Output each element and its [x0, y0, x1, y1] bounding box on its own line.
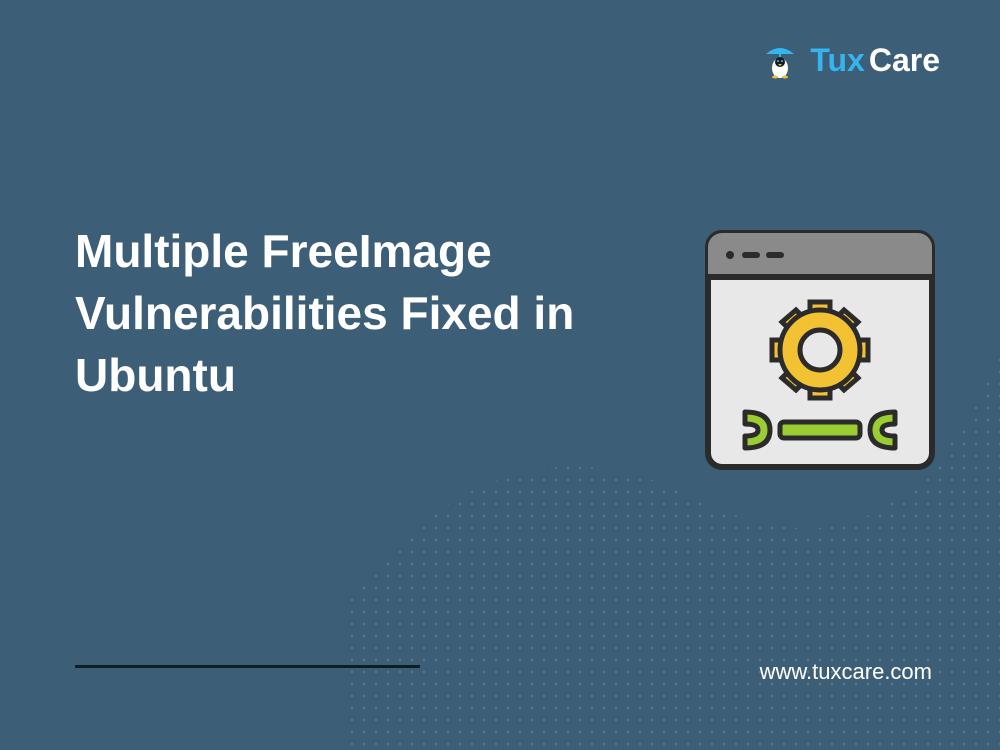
website-url: www.tuxcare.com	[760, 659, 932, 685]
brand-logo: TuxCare	[760, 40, 940, 80]
settings-window-illustration	[700, 225, 940, 475]
gear-icon	[772, 302, 868, 398]
divider-line	[75, 665, 420, 668]
headline-text: Multiple FreeImage Vulnerabilities Fixed…	[75, 220, 575, 406]
brand-text-tux: Tux	[810, 42, 865, 78]
penguin-umbrella-icon	[760, 40, 800, 80]
brand-text-care: Care	[869, 42, 940, 78]
